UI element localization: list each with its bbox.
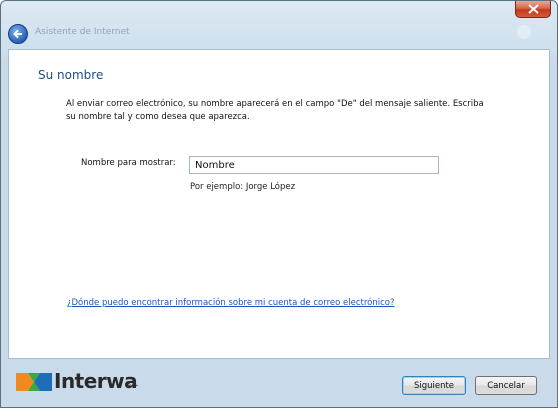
logo-text: Interwa (54, 369, 138, 393)
title-bar: Asistente de Internet (1, 1, 557, 49)
display-name-input[interactable] (189, 156, 439, 174)
next-button[interactable]: Siguiente (402, 376, 466, 395)
display-name-example: Por ejemplo: Jorge López (190, 182, 296, 192)
page-description: Al enviar correo electrónico, su nombre … (66, 99, 484, 122)
close-button[interactable] (515, 1, 551, 18)
logo-suffix: S.A. (127, 381, 139, 388)
display-name-label: Nombre para mostrar: (81, 158, 176, 168)
cancel-button[interactable]: Cancelar (475, 376, 537, 395)
wizard-footer: Interwa S.A. Siguiente Cancelar (1, 359, 557, 407)
setup-wizard-window: Asistente de Internet Su nombre Al envia… (0, 0, 558, 408)
account-help-link[interactable]: ¿Dónde puedo encontrar información sobre… (67, 298, 394, 308)
wizard-content-panel: Su nombre Al enviar correo electrónico, … (8, 49, 550, 359)
forward-button[interactable] (517, 25, 531, 39)
back-arrow-icon (13, 29, 22, 39)
window-title: Asistente de Internet (35, 27, 130, 37)
back-button[interactable] (8, 24, 28, 44)
interwa-logo-icon (16, 373, 52, 391)
close-icon (528, 4, 539, 14)
page-title: Su nombre (38, 68, 104, 82)
